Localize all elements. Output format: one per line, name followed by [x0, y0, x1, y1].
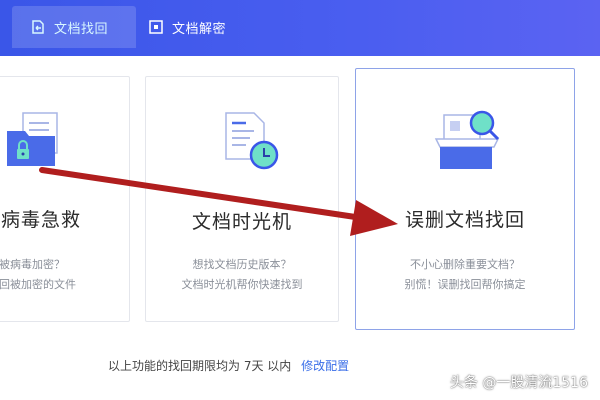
tab-document-decrypt-label: 文档解密: [172, 21, 227, 37]
box-search-icon: [434, 109, 504, 179]
document-clock-icon: [220, 109, 286, 179]
card-deleted-document-recovery[interactable]: 误删文档找回 不小心删除重要文档？ 别慌！误删找回帮你搞定: [355, 68, 575, 330]
modify-settings-link[interactable]: 修改配置: [301, 359, 349, 373]
document-decrypt-icon: [148, 19, 164, 35]
card-ransomware-rescue[interactable]: 索病毒急救 被病毒加密？ 回被加密的文件: [0, 76, 130, 322]
card-description: 被病毒加密？ 回被加密的文件: [0, 258, 76, 291]
folder-lock-icon: [1, 107, 71, 181]
card-description: 不小心删除重要文档？ 别慌！误删找回帮你搞定: [404, 258, 526, 291]
tab-document-recovery[interactable]: 文档找回: [12, 6, 136, 48]
tab-document-decrypt[interactable]: 文档解密: [148, 6, 226, 48]
footer-text: 以上功能的找回期限均为 7天 以内: [108, 359, 292, 373]
card-description: 想找文档历史版本？ 文档时光机帮你快速找到: [181, 258, 303, 291]
card-title: 索病毒急救: [0, 209, 82, 231]
tab-document-recovery-label: 文档找回: [54, 21, 109, 37]
watermark: 头条 @一股清流1516: [449, 375, 588, 391]
footer-note: 以上功能的找回期限均为 7天 以内 修改配置: [108, 357, 349, 374]
card-document-time-machine[interactable]: 文档时光机 想找文档历史版本？ 文档时光机帮你快速找到: [145, 76, 339, 322]
card-title: 文档时光机: [191, 211, 292, 233]
document-recovery-icon: [30, 19, 46, 35]
header-bar: 文档找回 文档解密: [0, 0, 600, 56]
card-title: 误删文档找回: [404, 209, 525, 231]
